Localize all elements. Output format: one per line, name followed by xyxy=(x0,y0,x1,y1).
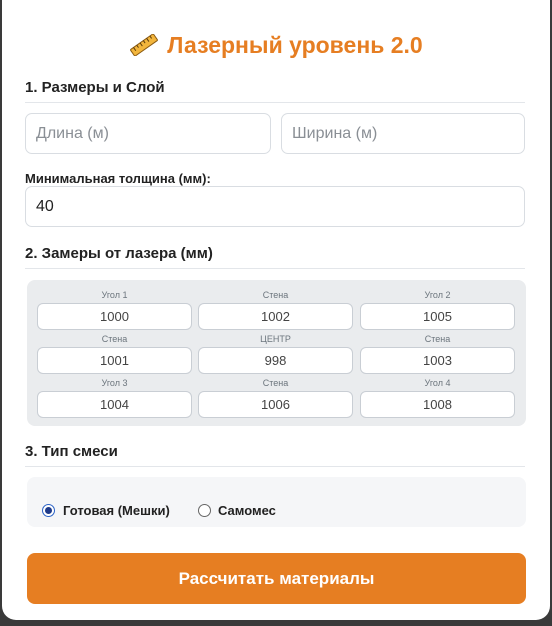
measurement-grid: Угол 1 Стена Угол 2 Стена ЦЕНТР Стена Уг… xyxy=(27,280,526,426)
section-title-measurements: 2. Замеры от лазера (мм) xyxy=(25,245,525,269)
measurement-input[interactable] xyxy=(198,347,353,374)
section-title-dimensions: 1. Размеры и Слой xyxy=(25,79,525,103)
measurement-input[interactable] xyxy=(37,303,192,330)
thickness-input[interactable] xyxy=(25,186,525,227)
radio-self-mix-label[interactable]: Самомес xyxy=(218,503,276,518)
measurement-cell: Стена xyxy=(37,333,192,374)
measurement-input[interactable] xyxy=(360,303,515,330)
cell-label: Стена xyxy=(262,290,289,300)
radio-ready-mix-label[interactable]: Готовая (Мешки) xyxy=(63,503,170,518)
cell-label: Стена xyxy=(101,334,128,344)
measurement-input[interactable] xyxy=(360,391,515,418)
mix-type-group: Готовая (Мешки) Самомес xyxy=(27,477,526,527)
cell-label: Стена xyxy=(262,378,289,388)
length-input[interactable] xyxy=(25,113,271,154)
measurement-cell: Угол 4 xyxy=(360,377,515,418)
cell-label: ЦЕНТР xyxy=(260,334,291,344)
calculate-button[interactable]: Рассчитать материалы xyxy=(27,553,526,604)
measurement-cell: ЦЕНТР xyxy=(198,333,353,374)
cell-label: Угол 1 xyxy=(101,290,128,300)
measurement-input[interactable] xyxy=(360,347,515,374)
cell-label: Угол 2 xyxy=(424,290,451,300)
measurement-cell: Стена xyxy=(198,377,353,418)
measurement-input[interactable] xyxy=(37,347,192,374)
header: Лазерный уровень 2.0 xyxy=(2,30,550,60)
cell-label: Угол 3 xyxy=(101,378,128,388)
measurement-input[interactable] xyxy=(37,391,192,418)
section-title-mix-type: 3. Тип смеси xyxy=(25,443,525,467)
radio-ready-mix[interactable] xyxy=(42,504,55,517)
cell-label: Стена xyxy=(424,334,451,344)
ruler-icon xyxy=(130,34,159,56)
page-title: Лазерный уровень 2.0 xyxy=(167,31,423,58)
measurement-input[interactable] xyxy=(198,303,353,330)
width-input[interactable] xyxy=(281,113,525,154)
measurement-cell: Стена xyxy=(360,333,515,374)
calculator-card: Лазерный уровень 2.0 1. Размеры и Слой М… xyxy=(2,0,550,620)
radio-self-mix[interactable] xyxy=(198,504,211,517)
measurement-cell: Угол 3 xyxy=(37,377,192,418)
measurement-cell: Стена xyxy=(198,289,353,330)
thickness-label: Минимальная толщина (мм): xyxy=(25,171,211,186)
measurement-input[interactable] xyxy=(198,391,353,418)
measurement-cell: Угол 2 xyxy=(360,289,515,330)
measurement-cell: Угол 1 xyxy=(37,289,192,330)
cell-label: Угол 4 xyxy=(424,378,451,388)
